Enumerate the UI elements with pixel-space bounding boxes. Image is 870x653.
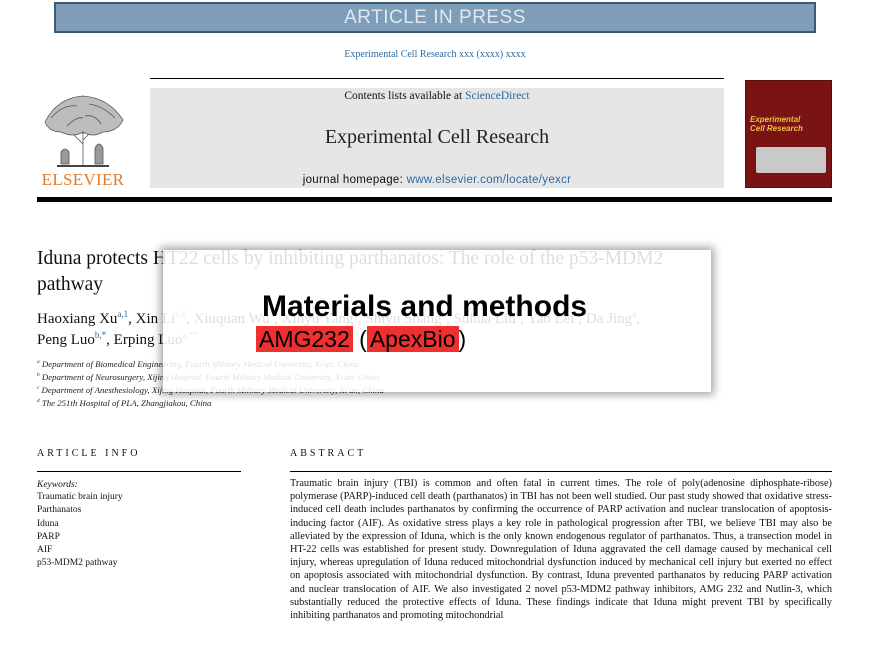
header-thick-divider bbox=[37, 197, 832, 202]
contents-prefix: Contents lists available at bbox=[344, 90, 466, 102]
keyword-list: Traumatic brain injury Parthanatos Iduna PA… bbox=[37, 491, 123, 571]
cover-title-line1: Experimental bbox=[750, 115, 801, 124]
journal-reference-link[interactable]: Experimental Cell Research xxx (xxxx) xx… bbox=[0, 49, 870, 60]
cover-figure-panel bbox=[756, 147, 826, 173]
affiliation-text: The 251th Hospital of PLA, Zhangjiakou, … bbox=[39, 398, 212, 408]
keyword-item: AIF bbox=[37, 545, 53, 556]
abstract-heading: ABSTRACT bbox=[290, 448, 367, 459]
elsevier-wordmark: ELSEVIER bbox=[41, 170, 125, 189]
author-affiliation-marker[interactable]: a,1 bbox=[117, 309, 128, 319]
keyword-item: Iduna bbox=[37, 518, 59, 529]
journal-title: Experimental Cell Research bbox=[324, 126, 550, 148]
abstract-body: Traumatic brain injury (TBI) is common a… bbox=[290, 478, 832, 622]
paren-close: ) bbox=[458, 326, 467, 352]
author-name[interactable]: Peng Luo bbox=[37, 332, 95, 348]
product-supplier-line: AMG232 (ApexBio) bbox=[256, 326, 466, 353]
abstract-divider bbox=[290, 471, 832, 472]
keyword-item: Traumatic brain injury bbox=[37, 492, 123, 502]
paren-open: ( bbox=[352, 326, 367, 352]
cover-title: Experimental Cell Research bbox=[750, 115, 803, 133]
article-in-press-banner: ARTICLE IN PRESS bbox=[54, 2, 816, 33]
journal-masthead: Contents lists available at ScienceDirec… bbox=[150, 88, 724, 188]
journal-homepage-link[interactable]: www.elsevier.com/locate/yexcr bbox=[407, 174, 572, 186]
elsevier-tree-icon bbox=[37, 88, 129, 168]
keyword-item: p53-MDM2 pathway bbox=[37, 558, 118, 569]
journal-cover-image[interactable]: Experimental Cell Research bbox=[745, 80, 832, 188]
homepage-prefix: journal homepage: bbox=[302, 174, 407, 186]
author-name[interactable]: Haoxiang Xu bbox=[37, 311, 117, 327]
article-info-heading: ARTICLE INFO bbox=[37, 448, 141, 459]
elsevier-logo[interactable]: ELSEVIER bbox=[37, 88, 129, 193]
affiliation-item: d The 251th Hospital of PLA, Zhangjiakou… bbox=[37, 397, 537, 410]
author-affiliation-marker[interactable]: b,* bbox=[95, 330, 106, 340]
top-divider bbox=[150, 78, 724, 79]
materials-methods-heading: Materials and methods bbox=[262, 290, 588, 323]
cover-title-line2: Cell Research bbox=[750, 124, 803, 133]
keyword-item: Parthanatos bbox=[37, 505, 82, 516]
keywords-label: Keywords: bbox=[37, 480, 78, 490]
keyword-item: PARP bbox=[37, 531, 60, 542]
journal-homepage-line: journal homepage: www.elsevier.com/locat… bbox=[150, 174, 724, 186]
product-name-highlight: AMG232 bbox=[256, 326, 353, 352]
article-info-divider bbox=[37, 471, 241, 472]
supplier-name-highlight: ApexBio bbox=[366, 326, 459, 352]
sciencedirect-link[interactable]: ScienceDirect bbox=[465, 90, 530, 102]
contents-lists-line: Contents lists available at ScienceDirec… bbox=[150, 90, 724, 102]
